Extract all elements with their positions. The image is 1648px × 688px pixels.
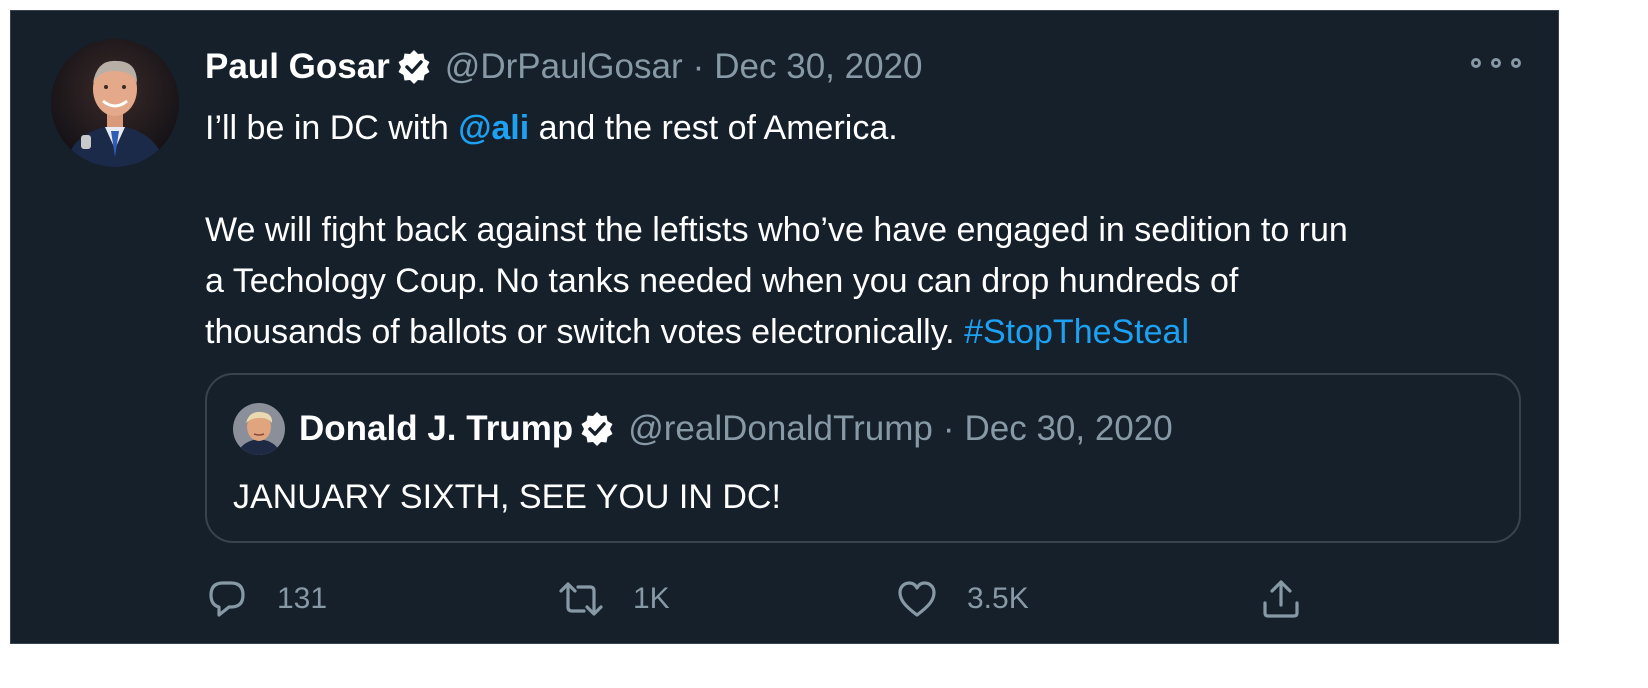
tweet-text-line: We will fight back against the leftists … [205, 211, 1348, 249]
author-handle[interactable]: @DrPaulGosar [445, 47, 683, 87]
author-avatar[interactable] [51, 39, 179, 167]
quoted-tweet-date[interactable]: Dec 30, 2020 [965, 409, 1173, 449]
retweet-icon [557, 577, 605, 621]
retweet-button[interactable]: 1K [557, 573, 670, 625]
share-button[interactable] [1259, 573, 1303, 625]
mention-link[interactable]: @ali [458, 109, 529, 147]
author-name[interactable]: Paul Gosar [205, 47, 390, 87]
quoted-author-handle[interactable]: @realDonaldTrump [628, 409, 933, 449]
tweet-text: I’ll be in DC with @ali and the rest of … [205, 103, 1535, 358]
verified-badge-icon [397, 50, 431, 84]
tweet-date[interactable]: Dec 30, 2020 [714, 47, 922, 87]
quoted-tweet[interactable]: Donald J. Trump @realDonaldTrump · Dec 3… [205, 373, 1521, 543]
action-bar: 131 1K 3.5K [205, 573, 1335, 625]
separator-dot: · [692, 47, 705, 86]
like-count: 3.5K [967, 582, 1029, 615]
tweet-card[interactable]: Paul Gosar @DrPaulGosar · Dec 30, 2020 I… [10, 10, 1559, 644]
quoted-author-avatar[interactable] [233, 403, 285, 455]
ellipsis-icon[interactable] [1471, 51, 1521, 75]
quoted-author-name[interactable]: Donald J. Trump [299, 409, 573, 449]
tweet-text-segment: thousands of ballots or switch votes ele… [205, 313, 965, 351]
like-button[interactable]: 3.5K [895, 573, 1029, 625]
quoted-tweet-text: JANUARY SIXTH, SEE YOU IN DC! [233, 478, 781, 516]
tweet-text-segment: I’ll be in DC with [205, 109, 459, 147]
tweet-header: Paul Gosar @DrPaulGosar · Dec 30, 2020 [205, 41, 923, 93]
retweet-count: 1K [633, 582, 670, 615]
reply-count: 131 [277, 582, 328, 615]
quoted-tweet-header: Donald J. Trump @realDonaldTrump · Dec 3… [299, 403, 1173, 455]
share-icon [1259, 577, 1303, 621]
reply-button[interactable]: 131 [205, 573, 327, 625]
verified-badge-icon [580, 412, 614, 446]
tweet-text-segment: and the rest of America. [529, 109, 898, 147]
tweet-text-line: a Techology Coup. No tanks needed when y… [205, 262, 1239, 300]
reply-icon [205, 577, 249, 621]
heart-icon [895, 577, 939, 621]
separator-dot: · [942, 409, 955, 448]
hashtag-link[interactable]: #StopTheSteal [964, 313, 1189, 351]
tweet-text-line: I’ll be in DC with @ali and the rest of … [205, 103, 1535, 154]
tweet-text-line: thousands of ballots or switch votes ele… [205, 307, 1535, 358]
